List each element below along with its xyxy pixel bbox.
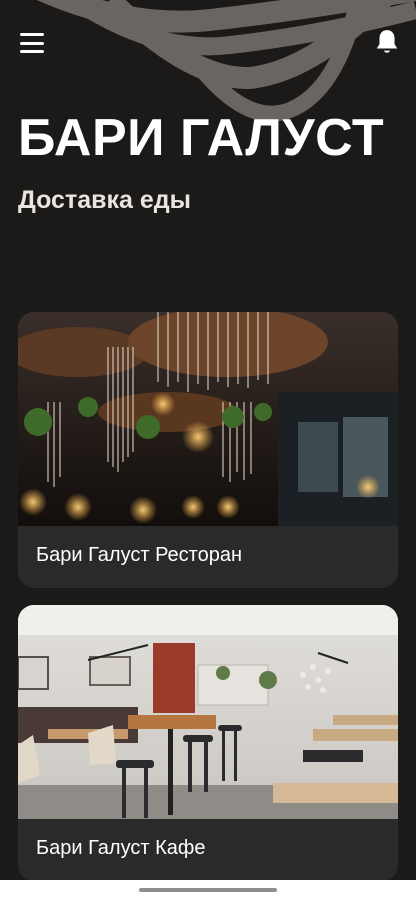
restaurant-photo bbox=[18, 312, 398, 526]
page-subtitle: Доставка еды bbox=[18, 186, 191, 214]
cafe-photo bbox=[18, 605, 398, 819]
page-title: БАРИ ГАЛУСТ bbox=[18, 109, 385, 167]
restaurant-card-label: Бари Галуст Ресторан bbox=[36, 544, 243, 566]
menu-icon[interactable] bbox=[20, 33, 44, 53]
cafe-card[interactable]: Бари Галуст Кафе bbox=[18, 605, 398, 881]
home-indicator-bar[interactable] bbox=[139, 888, 277, 892]
restaurant-card[interactable]: Бари Галуст Ресторан bbox=[18, 312, 398, 588]
bell-icon[interactable] bbox=[374, 28, 400, 56]
home-indicator-area bbox=[0, 880, 416, 900]
cafe-card-label: Бари Галуст Кафе bbox=[36, 837, 206, 859]
